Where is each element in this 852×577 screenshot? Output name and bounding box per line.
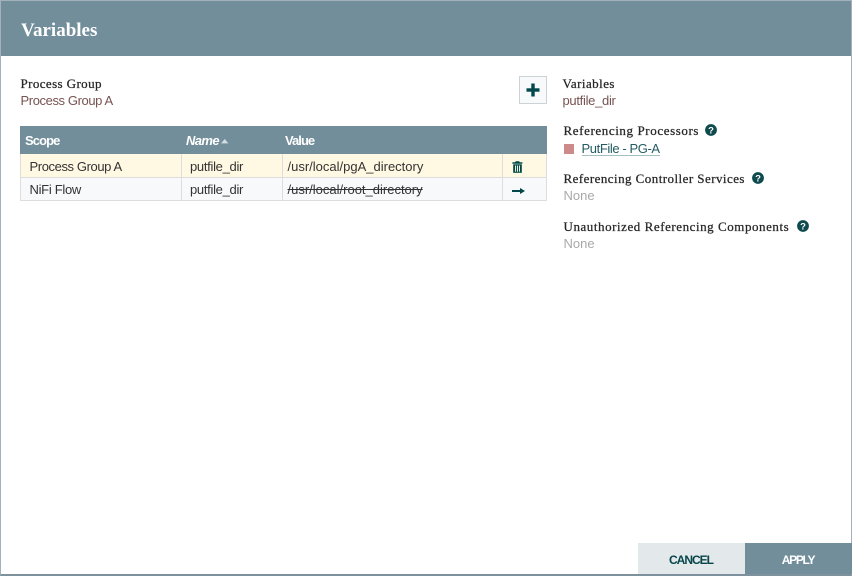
svg-text:?: ? — [708, 125, 714, 136]
svg-text:?: ? — [755, 173, 761, 184]
svg-text:?: ? — [800, 221, 806, 232]
